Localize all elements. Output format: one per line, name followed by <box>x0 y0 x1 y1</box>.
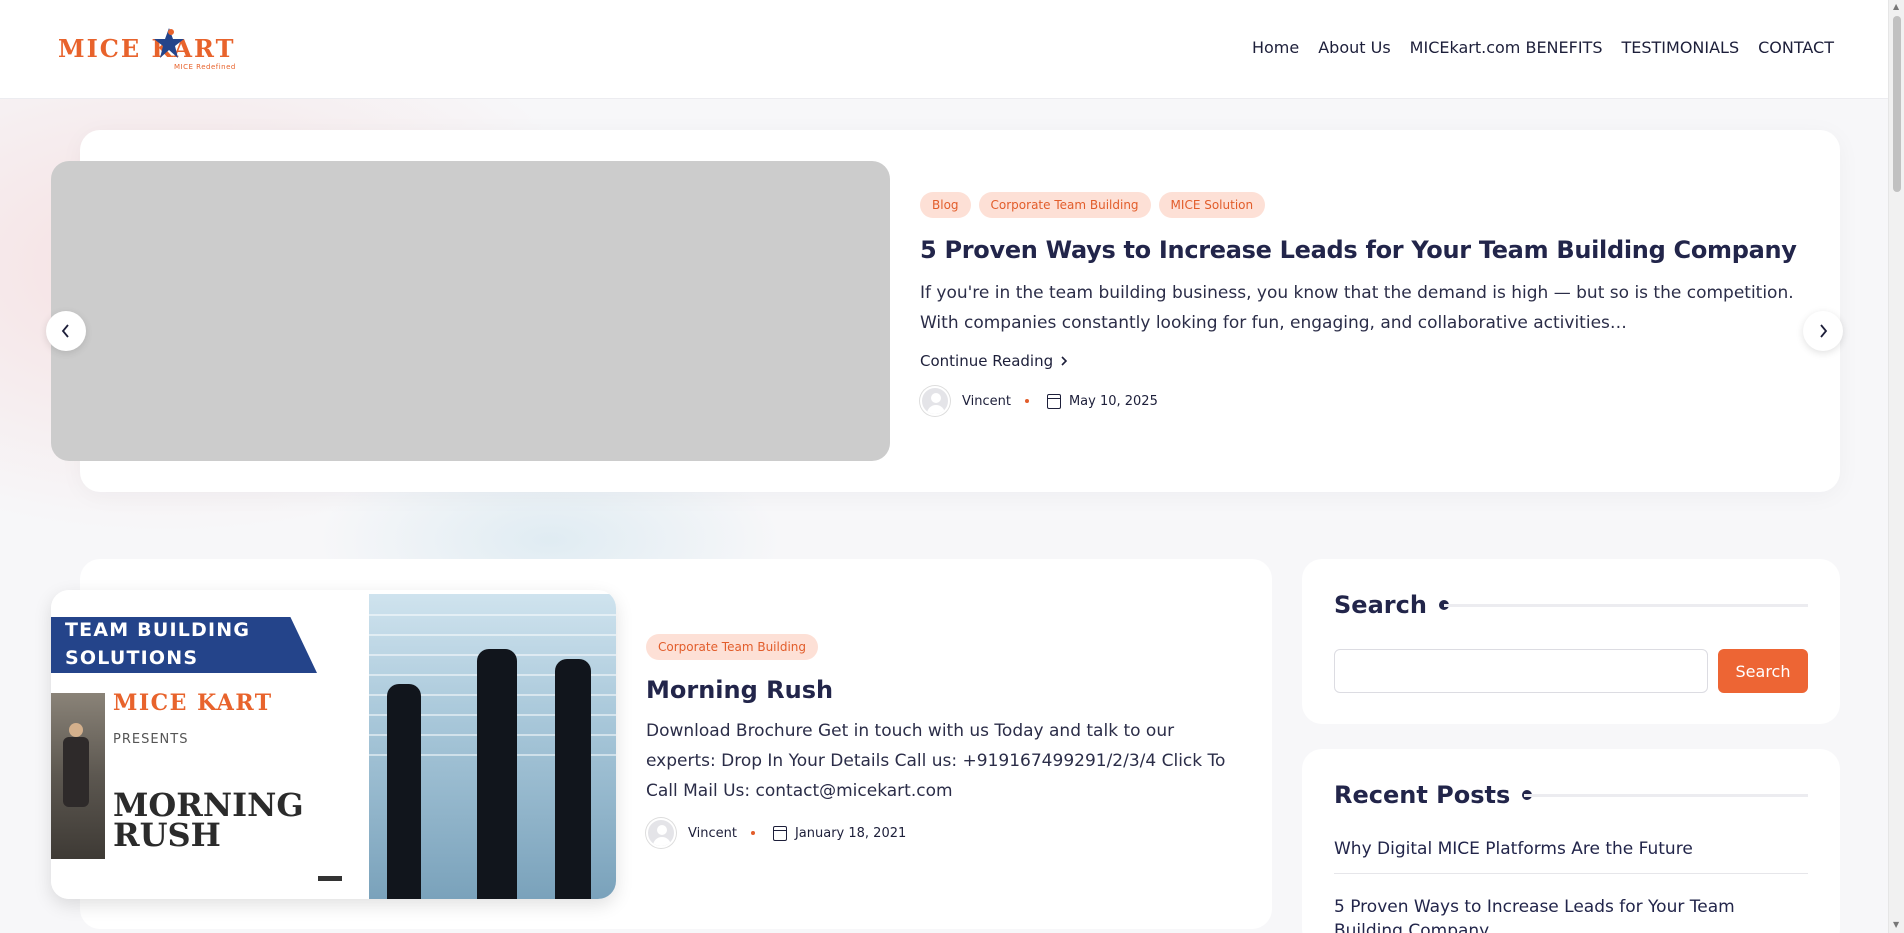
nav-benefits[interactable]: MICEkart.com BENEFITS <box>1410 38 1603 57</box>
post-featured-image[interactable]: TEAM BUILDING SOLUTIONS MICE KART PRESEN… <box>51 590 616 899</box>
office-walkers-photo <box>369 594 616 899</box>
author-name[interactable]: Vincent <box>688 826 737 841</box>
logo-tagline: MICE Redefined <box>174 63 236 71</box>
meta-separator <box>750 831 755 835</box>
search-widget: Search Search <box>1302 559 1840 724</box>
meta-separator <box>1024 399 1029 403</box>
slider-prev-button[interactable] <box>46 311 86 351</box>
calendar-icon <box>772 825 787 841</box>
banner-line-1: TEAM BUILDING <box>65 619 251 641</box>
image-logo: MICE KART <box>113 690 273 716</box>
hero-post-title[interactable]: 5 Proven Ways to Increase Leads for Your… <box>920 236 1820 264</box>
tag-corporate-team-building[interactable]: Corporate Team Building <box>978 192 1151 218</box>
hero-content: Blog Corporate Team Building MICE Soluti… <box>920 192 1820 416</box>
continue-reading-label: Continue Reading <box>920 352 1054 370</box>
author-avatar <box>920 386 950 416</box>
site-header: MICE KART MICE Redefined Home About Us M… <box>0 0 1888 99</box>
search-widget-title: Search <box>1334 591 1449 619</box>
tag-mice-solution[interactable]: MICE Solution <box>1158 192 1266 218</box>
chevron-left-icon <box>61 324 69 338</box>
chevron-right-icon <box>1061 356 1068 366</box>
chevron-right-icon <box>1820 324 1828 338</box>
search-input[interactable] <box>1334 649 1708 693</box>
post-date: January 18, 2021 <box>794 825 907 841</box>
search-button[interactable]: Search <box>1718 649 1808 693</box>
page-scrollbar[interactable]: ▲ ▼ <box>1888 0 1904 933</box>
site-logo[interactable]: MICE KART MICE Redefined <box>58 26 254 74</box>
author-name[interactable]: Vincent <box>962 394 1011 409</box>
recent-posts-title: Recent Posts <box>1334 781 1533 809</box>
tag-corporate-team-building[interactable]: Corporate Team Building <box>646 634 819 660</box>
recent-post-link[interactable]: 5 Proven Ways to Increase Leads for Your… <box>1334 895 1808 933</box>
recent-posts-widget: Recent Posts Why Digital MICE Platforms … <box>1302 749 1840 933</box>
image-decor-bar <box>318 876 342 881</box>
post-title[interactable]: Morning Rush <box>646 676 1246 704</box>
recent-divider <box>1334 873 1808 874</box>
star-person-icon <box>154 28 184 58</box>
continue-reading-link[interactable]: Continue Reading <box>920 352 1069 370</box>
banner-line-2: SOLUTIONS <box>65 647 199 669</box>
nav-testimonials[interactable]: TESTIMONIALS <box>1621 38 1739 57</box>
hero-tags: Blog Corporate Team Building MICE Soluti… <box>920 192 1820 218</box>
post-excerpt: Download Brochure Get in touch with us T… <box>646 721 1226 801</box>
slider-next-button[interactable] <box>1803 311 1843 351</box>
image-headline: MORNING RUSH <box>113 789 304 854</box>
search-title-text: Search <box>1334 591 1427 619</box>
post-content: Corporate Team Building Morning Rush Dow… <box>646 634 1246 848</box>
recent-post-link[interactable]: Why Digital MICE Platforms Are the Futur… <box>1334 839 1808 859</box>
hero-image-placeholder[interactable] <box>51 161 890 461</box>
scroll-down-icon[interactable]: ▼ <box>1893 920 1899 929</box>
post-tags: Corporate Team Building <box>646 634 1246 660</box>
businessman-figure <box>51 693 105 859</box>
post-date: May 10, 2025 <box>1068 393 1158 409</box>
nav-contact[interactable]: CONTACT <box>1758 38 1834 57</box>
calendar-icon <box>1046 393 1061 409</box>
post-meta: Vincent January 18, 2021 <box>646 818 1246 848</box>
title-divider <box>1444 604 1808 607</box>
author-avatar <box>646 818 676 848</box>
title-divider <box>1524 794 1808 797</box>
hero-post-excerpt: If you're in the team building business,… <box>920 283 1794 333</box>
headline-line-2: RUSH <box>113 816 221 854</box>
image-banner: TEAM BUILDING SOLUTIONS <box>51 617 317 673</box>
tag-blog[interactable]: Blog <box>920 192 971 218</box>
scroll-up-icon[interactable]: ▲ <box>1893 2 1899 11</box>
main-nav: Home About Us MICEkart.com BENEFITS TEST… <box>1233 38 1834 57</box>
logo-wordmark: MICE KART <box>58 34 236 63</box>
image-presents: PRESENTS <box>113 732 189 747</box>
nav-about-us[interactable]: About Us <box>1318 38 1390 57</box>
nav-home[interactable]: Home <box>1252 38 1299 57</box>
scroll-thumb[interactable] <box>1893 16 1901 192</box>
image-left-panel: TEAM BUILDING SOLUTIONS MICE KART PRESEN… <box>51 590 369 899</box>
hero-post-meta: Vincent May 10, 2025 <box>920 386 1820 416</box>
recent-title-text: Recent Posts <box>1334 781 1511 809</box>
